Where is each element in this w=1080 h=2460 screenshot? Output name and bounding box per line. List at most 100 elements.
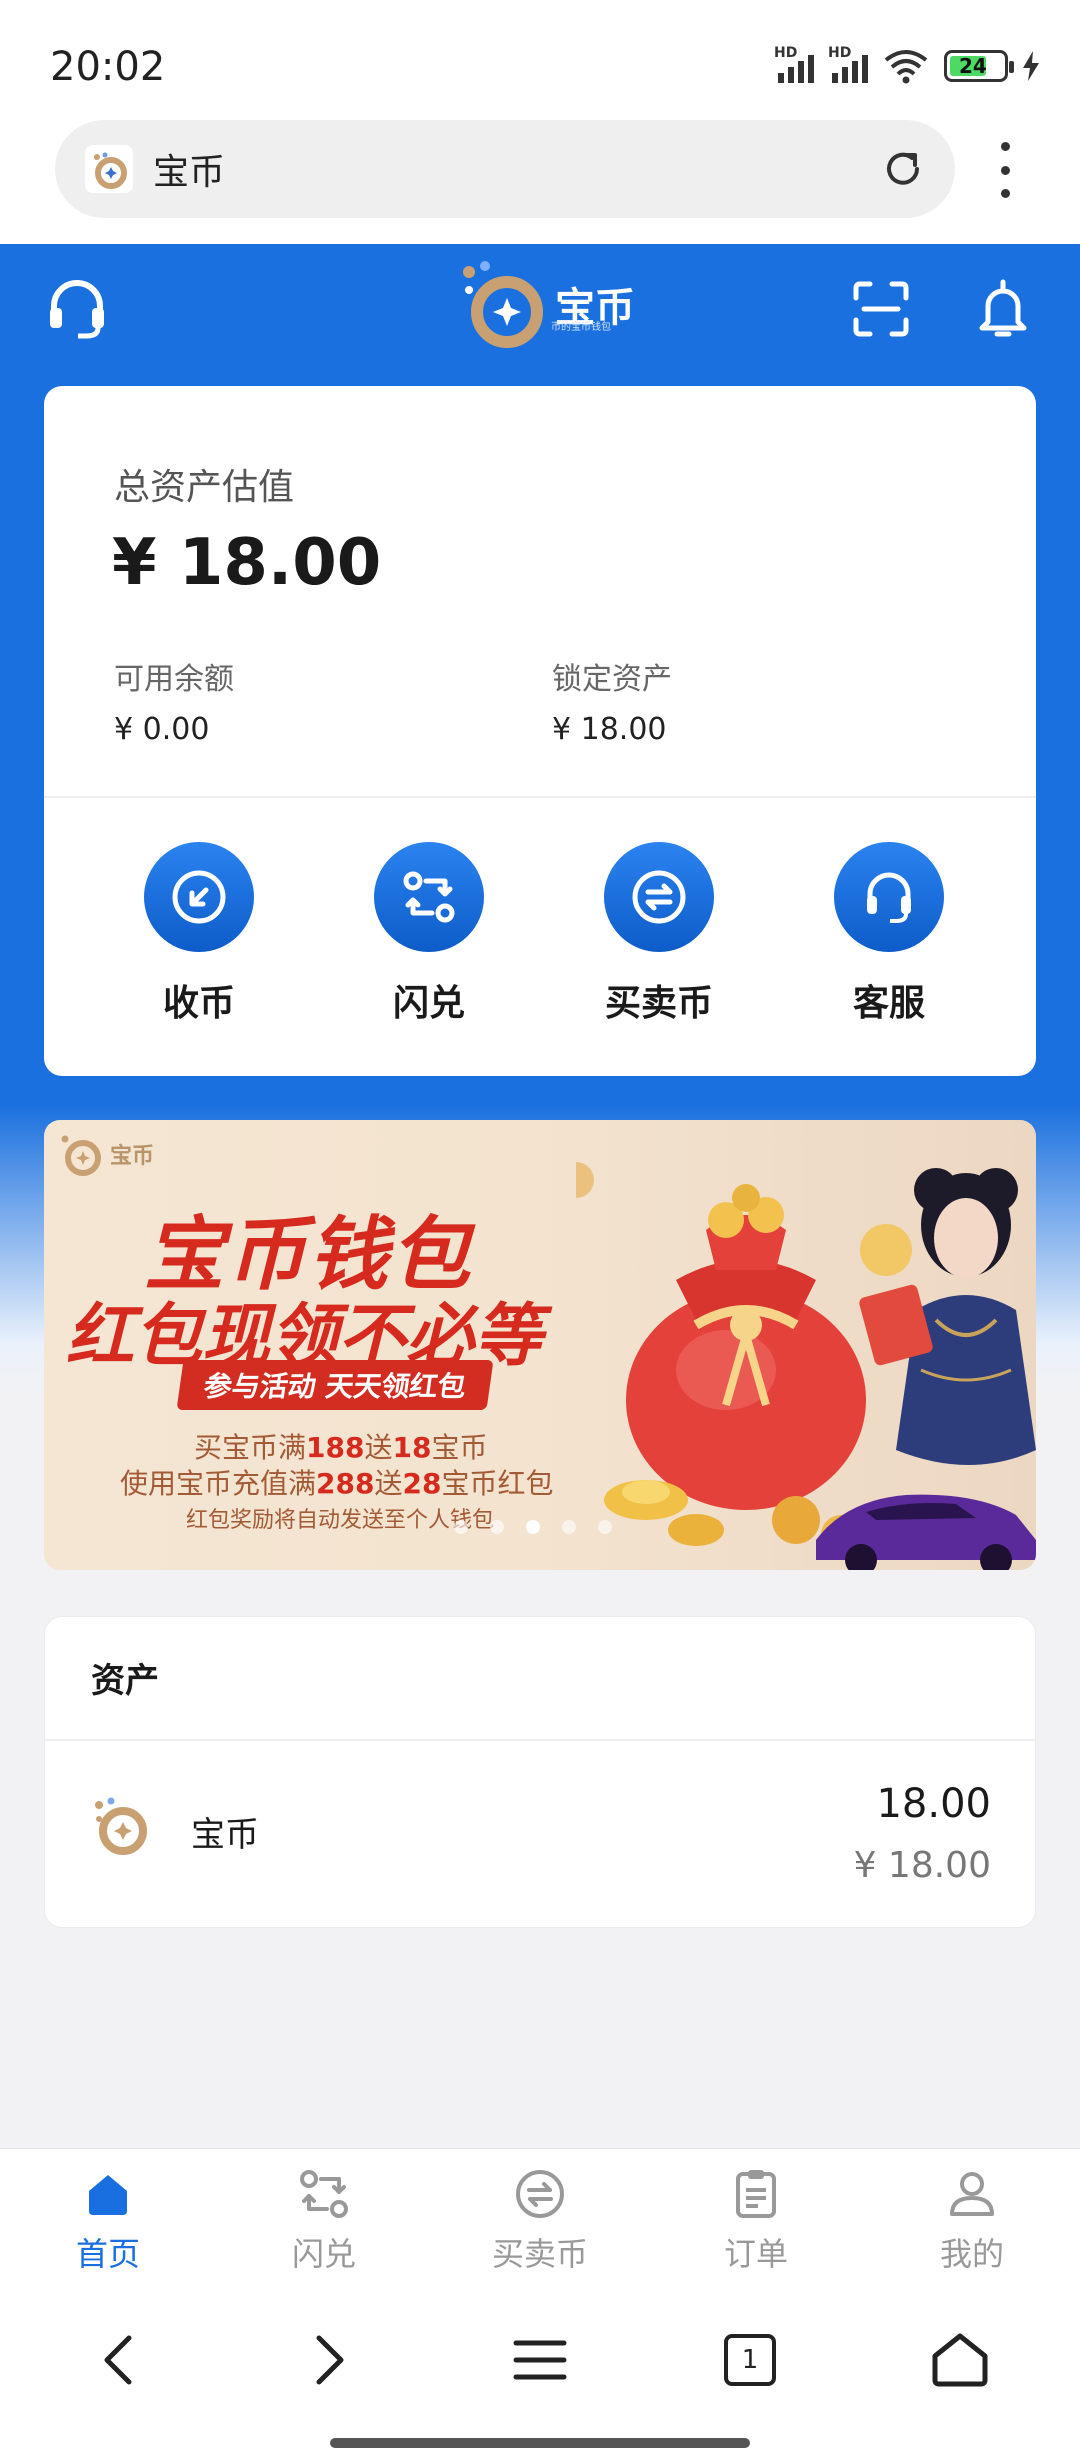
menu-icon[interactable] bbox=[500, 2320, 580, 2400]
tab-orders[interactable]: 订单 bbox=[648, 2149, 864, 2280]
total-asset-card: 总资产估值 ¥ 18.00 可用余额 ¥ 0.00 锁定资产 ¥ 18.00 收… bbox=[44, 386, 1036, 1076]
offer-amount: 28 bbox=[402, 1467, 442, 1500]
battery-level: 24 bbox=[959, 54, 987, 78]
carousel-dot[interactable] bbox=[490, 1520, 504, 1534]
carousel-dot[interactable] bbox=[562, 1520, 576, 1534]
offer-text: 宝币 bbox=[431, 1431, 488, 1464]
carousel-indicator bbox=[454, 1520, 612, 1534]
asset-name: 宝币 bbox=[191, 1815, 259, 1855]
browser-toolbar: 宝币 bbox=[0, 120, 1080, 244]
tab-label: 我的 bbox=[939, 2235, 1004, 2273]
headset-icon[interactable] bbox=[42, 274, 112, 344]
tabs-switcher-button[interactable]: 1 bbox=[710, 2320, 790, 2400]
carousel-dot[interactable] bbox=[526, 1520, 540, 1534]
buy-sell-button[interactable]: 买卖币 bbox=[544, 842, 774, 1026]
coin-logo-icon bbox=[95, 1797, 147, 1855]
home-page-icon[interactable] bbox=[920, 2320, 1000, 2400]
address-bar[interactable]: 宝币 bbox=[55, 120, 955, 218]
tab-label: 订单 bbox=[723, 2235, 788, 2273]
exchange-icon bbox=[509, 2163, 571, 2225]
receive-icon bbox=[144, 842, 254, 952]
banner-logo-icon bbox=[61, 1135, 101, 1176]
tab-label: 买卖币 bbox=[491, 2235, 588, 2273]
customer-service-button[interactable]: 客服 bbox=[774, 842, 1004, 1026]
signal-hd-label: HD bbox=[774, 45, 798, 61]
status-bar: 20:02 HD HD 24 bbox=[0, 0, 1080, 120]
banner-logo: 宝币 bbox=[56, 1130, 154, 1178]
total-asset-value: ¥ 18.00 bbox=[112, 526, 382, 600]
tab-label: 首页 bbox=[75, 2235, 140, 2273]
tab-profile[interactable]: 我的 bbox=[864, 2149, 1080, 2280]
offer-text: 使用宝币充值满 bbox=[120, 1467, 317, 1500]
status-icons: HD HD 24 bbox=[774, 45, 1040, 84]
tab-home[interactable]: 首页 bbox=[0, 2149, 216, 2280]
offer-amount: 288 bbox=[316, 1467, 375, 1500]
offer-amount: 18 bbox=[392, 1431, 432, 1464]
asset-amount: 18.00 bbox=[876, 1781, 991, 1827]
action-label: 收币 bbox=[162, 983, 235, 1024]
locked-asset-value: ¥ 18.00 bbox=[552, 712, 667, 747]
banner-illustration bbox=[576, 1162, 1036, 1570]
action-label: 买卖币 bbox=[604, 983, 713, 1024]
more-vertical-icon[interactable] bbox=[990, 142, 1020, 198]
locked-asset-label: 锁定资产 bbox=[552, 662, 672, 697]
exchange-icon bbox=[604, 842, 714, 952]
offer-text: 送 bbox=[364, 1431, 393, 1464]
promo-banner[interactable]: 宝币 宝币钱包 红包现领不必等 参与活动 天天领红包 买宝币满188送18宝币 … bbox=[44, 1120, 1036, 1570]
logo-subtitle: 币的宝币钱包 bbox=[551, 322, 611, 333]
wifi-icon bbox=[884, 50, 928, 84]
banner-offer-2: 使用宝币充值满288送28宝币红包 bbox=[120, 1462, 553, 1502]
offer-text: 买宝币满 bbox=[194, 1431, 307, 1464]
headset-icon bbox=[834, 842, 944, 952]
site-favicon-icon bbox=[85, 145, 133, 193]
address-text: 宝币 bbox=[153, 152, 226, 193]
banner-logo-text: 宝币 bbox=[110, 1144, 155, 1169]
battery-icon: 24 bbox=[944, 50, 1014, 82]
offer-text: 送 bbox=[374, 1467, 403, 1500]
banner-note: 红包奖励将自动发送至个人钱包 bbox=[186, 1508, 495, 1533]
tab-flash-swap[interactable]: 闪兑 bbox=[216, 2149, 432, 2280]
scan-icon[interactable] bbox=[846, 274, 916, 344]
offer-amount: 188 bbox=[306, 1431, 365, 1464]
forward-icon[interactable] bbox=[288, 2320, 368, 2400]
status-time: 20:02 bbox=[50, 44, 166, 90]
home-icon bbox=[77, 2163, 139, 2225]
bottom-tab-bar: 首页 闪兑 买卖币 订单 我的 bbox=[0, 2148, 1080, 2280]
user-icon bbox=[941, 2163, 1003, 2225]
action-label: 闪兑 bbox=[392, 983, 465, 1024]
offer-text: 宝币红包 bbox=[441, 1467, 554, 1500]
quick-actions: 收币 闪兑 买卖币 客服 bbox=[44, 842, 1036, 1026]
clipboard-icon bbox=[725, 2163, 787, 2225]
app-header: 宝币 币的宝币钱包 bbox=[0, 244, 1080, 384]
tab-buy-sell[interactable]: 买卖币 bbox=[432, 2149, 648, 2280]
home-indicator[interactable] bbox=[330, 2438, 750, 2448]
cellular-signal-icon-2: HD bbox=[828, 45, 868, 83]
flash-swap-button[interactable]: 闪兑 bbox=[314, 842, 544, 1026]
app-logo: 宝币 币的宝币钱包 bbox=[455, 254, 645, 354]
banner-cta-label: 参与活动 天天领红包 bbox=[201, 1370, 468, 1403]
banner-cta: 参与活动 天天领红包 bbox=[176, 1360, 494, 1410]
available-balance-value: ¥ 0.00 bbox=[114, 712, 210, 747]
reload-icon[interactable] bbox=[879, 145, 927, 193]
logo-mark-icon bbox=[463, 261, 543, 348]
tabs-count-icon: 1 bbox=[724, 2334, 776, 2386]
asset-list-heading: 资产 bbox=[91, 1661, 159, 1701]
asset-list-divider bbox=[45, 1739, 1037, 1741]
charging-icon bbox=[1023, 51, 1039, 81]
card-divider bbox=[44, 796, 1036, 798]
tabs-count: 1 bbox=[741, 2345, 759, 2375]
carousel-dot[interactable] bbox=[454, 1520, 468, 1534]
bell-icon[interactable] bbox=[968, 274, 1038, 344]
banner-offer-1: 买宝币满188送18宝币 bbox=[194, 1426, 487, 1466]
browser-navigation-bar: 1 bbox=[0, 2280, 1080, 2460]
carousel-dot[interactable] bbox=[598, 1520, 612, 1534]
back-icon[interactable] bbox=[80, 2320, 160, 2400]
total-asset-label: 总资产估值 bbox=[114, 467, 295, 508]
receive-coin-button[interactable]: 收币 bbox=[84, 842, 314, 1026]
signal-hd-label-2: HD bbox=[828, 45, 852, 61]
cellular-signal-icon: HD bbox=[774, 45, 814, 83]
swap-icon bbox=[293, 2163, 355, 2225]
action-label: 客服 bbox=[852, 983, 925, 1024]
available-balance-label: 可用余额 bbox=[114, 662, 234, 697]
asset-list-card: 资产 宝币 18.00 ¥ 18.00 bbox=[44, 1616, 1037, 1928]
